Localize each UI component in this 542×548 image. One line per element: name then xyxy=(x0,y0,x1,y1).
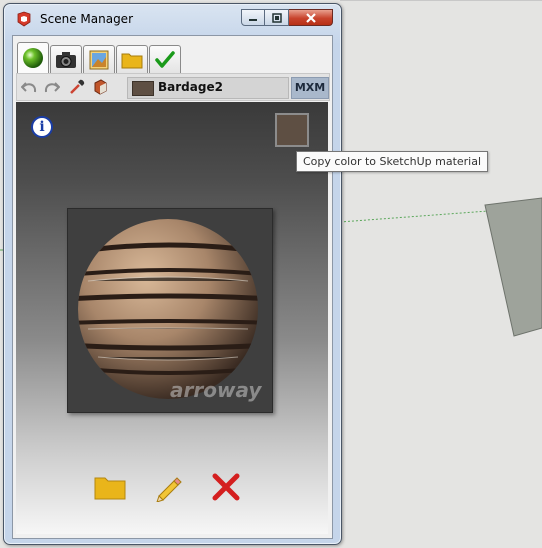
copy-color-tooltip: Copy color to SketchUp material xyxy=(296,151,489,172)
undo-icon[interactable] xyxy=(20,78,38,96)
tab-folder[interactable] xyxy=(116,45,148,73)
folder-icon xyxy=(121,53,143,68)
green-sphere-icon xyxy=(23,48,43,68)
tab-environment[interactable] xyxy=(83,45,115,73)
material-toolbar: Bardage2 MXM xyxy=(16,73,330,101)
watermark-text: arroway xyxy=(170,378,262,402)
face-geometry xyxy=(484,197,542,337)
pencil-icon xyxy=(156,477,182,502)
open-folder-button[interactable] xyxy=(93,470,127,504)
scene-manager-panel: Bardage2 MXM i arroway xyxy=(12,35,333,539)
material-name-field[interactable]: Bardage2 xyxy=(127,77,289,99)
copy-color-button[interactable] xyxy=(275,113,309,147)
info-icon[interactable]: i xyxy=(31,116,53,138)
scene-manager-window: Scene Manager Bardage2 MXM i arroway xyxy=(3,3,342,545)
folder-icon xyxy=(94,477,126,500)
title-bar[interactable]: Scene Manager xyxy=(10,9,335,31)
material-actions xyxy=(16,470,328,510)
tab-strip xyxy=(17,42,182,73)
minimize-icon xyxy=(249,18,257,21)
picture-icon xyxy=(89,50,109,69)
material-preview-image: arroway xyxy=(67,208,273,413)
material-name: Bardage2 xyxy=(158,80,223,94)
paint-bucket-icon[interactable] xyxy=(91,78,109,96)
close-button[interactable] xyxy=(289,9,333,26)
eyedropper-icon[interactable] xyxy=(68,78,86,96)
red-x-icon xyxy=(212,473,240,501)
sketchup-logo-icon xyxy=(16,11,32,27)
restore-button[interactable] xyxy=(265,9,289,26)
close-icon xyxy=(305,12,316,23)
minimize-button[interactable] xyxy=(241,9,265,26)
tab-materials[interactable] xyxy=(17,42,49,73)
tab-render[interactable] xyxy=(149,45,181,73)
redo-icon[interactable] xyxy=(43,78,61,96)
material-preview-area: i arroway xyxy=(16,102,328,534)
tab-camera[interactable] xyxy=(50,45,82,73)
material-color-swatch xyxy=(132,81,154,96)
restore-icon xyxy=(271,12,282,23)
delete-button[interactable] xyxy=(209,470,243,504)
window-controls xyxy=(241,9,333,27)
edit-button[interactable] xyxy=(151,470,185,504)
mxm-button[interactable]: MXM xyxy=(291,77,329,99)
camera-icon xyxy=(56,51,76,68)
window-title: Scene Manager xyxy=(40,12,133,26)
checkmark-icon xyxy=(155,50,175,68)
